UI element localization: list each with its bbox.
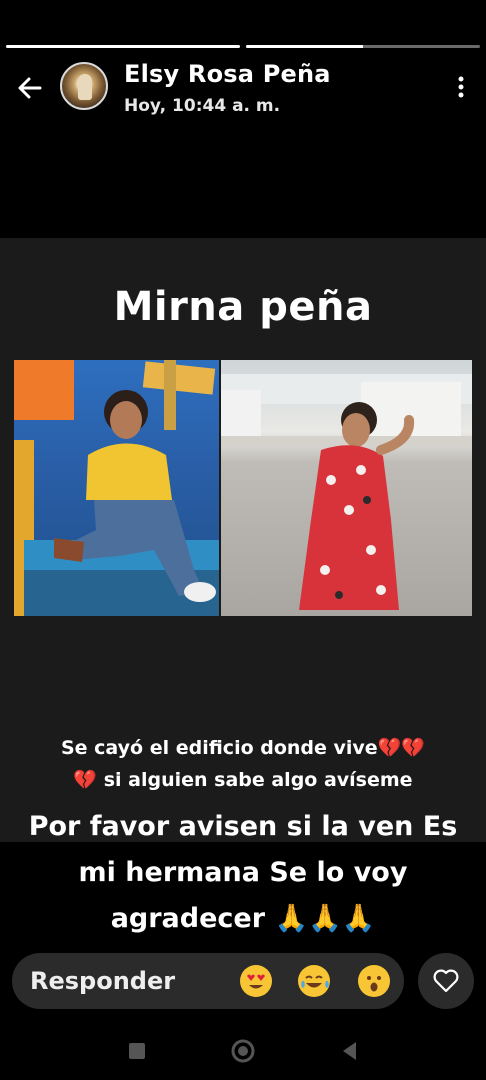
photo-left bbox=[14, 360, 219, 616]
home-icon[interactable] bbox=[230, 1038, 256, 1064]
heart-outline-icon bbox=[433, 969, 459, 993]
recent-apps-icon[interactable] bbox=[128, 1042, 146, 1060]
photo-right bbox=[221, 360, 472, 616]
story-progress bbox=[6, 45, 480, 48]
story-timestamp: Hoy, 10:44 a. m. bbox=[124, 96, 281, 116]
more-vertical-icon[interactable] bbox=[458, 76, 464, 98]
message-line1: Por favor avisen si la ven Es bbox=[28, 811, 458, 842]
caption-line2: si alguien sabe algo avíseme bbox=[97, 769, 413, 791]
contact-name[interactable]: Elsy Rosa Peña bbox=[124, 60, 331, 88]
story-message: Por favor avisen si la ven Es mi hermana… bbox=[20, 804, 466, 942]
post-title: Mirna peña bbox=[113, 284, 373, 330]
photo-collage bbox=[14, 360, 472, 616]
progress-segment-2 bbox=[246, 45, 480, 48]
story-caption: Se cayó el edificio donde vive💔💔 💔 si al… bbox=[20, 732, 466, 796]
surprised-emoji[interactable] bbox=[358, 965, 390, 997]
tears-of-joy-emoji[interactable] bbox=[298, 965, 330, 997]
reply-placeholder: Responder bbox=[30, 967, 176, 995]
broken-heart-emoji: 💔 bbox=[73, 769, 98, 791]
avatar[interactable] bbox=[60, 62, 108, 110]
folded-hands-emoji: 🙏🙏🙏 bbox=[274, 903, 376, 934]
heart-eyes-emoji[interactable] bbox=[240, 965, 272, 997]
story-content[interactable]: Mirna peña Se cayó el edificio donde viv… bbox=[0, 238, 486, 842]
like-button[interactable] bbox=[418, 953, 474, 1009]
back-nav-icon[interactable] bbox=[340, 1040, 358, 1062]
broken-heart-emoji: 💔💔 bbox=[377, 737, 426, 759]
message-line3: agradecer bbox=[110, 903, 275, 934]
system-navbar bbox=[0, 1026, 486, 1080]
message-line2: mi hermana Se lo voy bbox=[78, 857, 408, 888]
progress-segment-1 bbox=[6, 45, 240, 48]
story-header: Elsy Rosa Peña Hoy, 10:44 a. m. bbox=[0, 60, 486, 116]
reply-input[interactable]: Responder bbox=[12, 953, 404, 1009]
arrow-left-icon[interactable] bbox=[16, 74, 44, 102]
caption-line1: Se cayó el edificio donde vive bbox=[60, 737, 378, 759]
